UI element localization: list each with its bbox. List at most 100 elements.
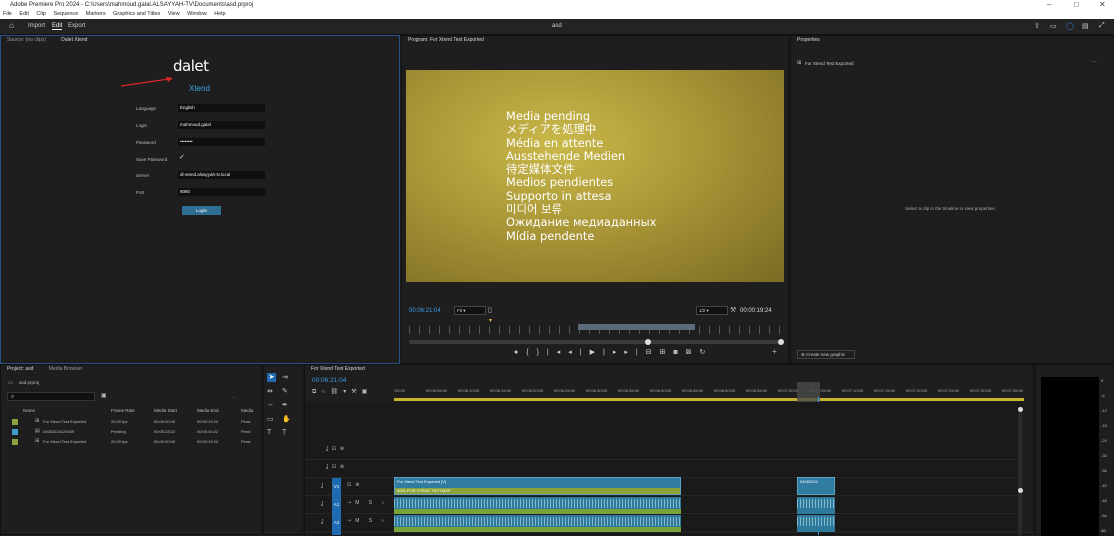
- track-controls[interactable]: ʆ⊡⊛: [326, 464, 348, 470]
- type-icon[interactable]: T: [267, 429, 271, 436]
- lock-icon[interactable]: ʆ: [321, 519, 323, 525]
- video-clip[interactable]: For Xtend Test Exported [V] 0001 FOR XTE…: [394, 477, 681, 495]
- play-icon[interactable]: ▶: [590, 349, 603, 356]
- go-to-in-icon[interactable]: |◂: [547, 349, 568, 356]
- step-back-icon[interactable]: ◂|: [568, 349, 589, 356]
- scroll-handle[interactable]: [1018, 407, 1023, 412]
- v1-target-label[interactable]: V1: [333, 483, 340, 491]
- port-field[interactable]: 8080: [178, 188, 265, 196]
- mark-in-icon[interactable]: {: [526, 349, 536, 356]
- tab-source[interactable]: Source: (no clips): [7, 37, 46, 43]
- scroll-handle[interactable]: [1018, 488, 1023, 493]
- audio-clip-a2[interactable]: [394, 515, 681, 532]
- maximize-icon[interactable]: □: [1074, 0, 1079, 10]
- wrench-icon[interactable]: ⚒: [730, 306, 736, 314]
- more-icon[interactable]: ···: [1091, 59, 1097, 65]
- col-name[interactable]: Name: [23, 408, 35, 413]
- timeline-tab-label[interactable]: For Xtend Test Exported: [311, 366, 365, 372]
- menu-edit[interactable]: Edit: [19, 11, 28, 17]
- button-editor-icon[interactable]: +: [772, 347, 777, 356]
- go-to-out-icon[interactable]: ▸|: [624, 349, 645, 356]
- step-forward-icon[interactable]: |▸: [603, 349, 624, 356]
- ripple-edit-icon[interactable]: ⇹: [267, 387, 273, 395]
- add-marker-icon[interactable]: ●: [514, 349, 526, 356]
- mark-out-icon[interactable]: }: [537, 349, 547, 356]
- scroll-handle[interactable]: [778, 339, 784, 345]
- a1-target-label[interactable]: A1: [333, 501, 340, 509]
- rectangle-icon[interactable]: ▭: [267, 415, 274, 423]
- menu-sequence[interactable]: Sequence: [53, 11, 78, 17]
- caption-icon[interactable]: Ṭ: [282, 429, 286, 436]
- razor-icon[interactable]: ✎: [282, 387, 288, 395]
- menu-help[interactable]: Help: [214, 11, 225, 17]
- linked-icon[interactable]: ⛓: [331, 389, 344, 395]
- camera-icon[interactable]: ◙: [673, 349, 685, 356]
- track-controls[interactable]: ⇢M S ♪: [347, 518, 388, 524]
- overwrite-icon[interactable]: ⊞: [660, 349, 674, 356]
- share-icon[interactable]: ⇧: [1034, 22, 1040, 30]
- insert-icon[interactable]: ⊟: [646, 349, 660, 356]
- table-row[interactable]: ⊞ For Xtend Test Exported 25.00 fps 00:0…: [1, 418, 263, 428]
- track-controls[interactable]: ⇢M S ♪: [347, 500, 388, 506]
- compare-icon[interactable]: ⊠: [686, 349, 700, 356]
- program-timecode[interactable]: 00:06:21:04: [409, 308, 441, 314]
- timeline-timecode[interactable]: 00:06:21:04: [312, 377, 346, 384]
- audio-clip-a1-2[interactable]: [797, 497, 835, 514]
- selection-tool-icon[interactable]: ➤: [267, 373, 276, 382]
- tab-project[interactable]: Project: asd: [7, 366, 33, 372]
- server-field[interactable]: dl-xtend.alsayyah-tv.local: [178, 171, 265, 179]
- menu-view[interactable]: View: [168, 11, 180, 17]
- tab-edit[interactable]: Edit: [52, 23, 63, 30]
- snap-icon[interactable]: ∩: [321, 389, 330, 395]
- tab-dalet-xtend[interactable]: Dalet Xtend: [61, 37, 87, 43]
- nest-icon[interactable]: ⧉: [312, 389, 321, 395]
- program-scrollbar[interactable]: [409, 340, 783, 344]
- playhead-marker-icon[interactable]: ▾: [489, 317, 492, 324]
- captions-icon[interactable]: ▣: [362, 389, 373, 395]
- lock-icon[interactable]: ʆ: [321, 501, 323, 507]
- col-media-start[interactable]: Media Start: [154, 408, 177, 413]
- menu-graphics[interactable]: Graphics and Titles: [113, 11, 160, 17]
- new-search-bin-icon[interactable]: ▣: [101, 392, 107, 399]
- program-tab-label[interactable]: Program: For Xtend Test Exported: [408, 37, 484, 43]
- audio-clip-a2-2[interactable]: [797, 515, 835, 532]
- table-row[interactable]: ⊞ For Xtend Test Exported 25.00 fps 00:0…: [1, 438, 263, 448]
- panel-icon[interactable]: ▭: [1050, 22, 1057, 30]
- loop-icon[interactable]: ↻: [700, 349, 714, 356]
- wrench-icon[interactable]: ⚒: [351, 389, 361, 395]
- audio-clip-a1[interactable]: [394, 497, 681, 514]
- track-controls[interactable]: ⊡⊛: [347, 482, 363, 488]
- password-field[interactable]: ••••••••: [178, 138, 265, 146]
- col-media-end[interactable]: Media End: [197, 408, 219, 413]
- col-frame-rate[interactable]: Frame Rate: [111, 408, 135, 413]
- language-select[interactable]: English: [178, 104, 265, 112]
- pen-icon[interactable]: ✒: [282, 401, 288, 409]
- login-field[interactable]: mahmoud.galal: [178, 121, 265, 129]
- hand-icon[interactable]: ✋: [282, 415, 291, 423]
- project-search-input[interactable]: ⌕: [7, 392, 95, 401]
- scroll-handle[interactable]: [645, 339, 651, 345]
- close-icon[interactable]: ✕: [1099, 0, 1106, 10]
- table-row[interactable]: ▤ 04082024123039 Pending 00:05:23:22 00:…: [1, 428, 263, 438]
- tab-media-browser[interactable]: Media Browser: [49, 366, 82, 372]
- playhead-handle[interactable]: [797, 382, 820, 402]
- track-controls[interactable]: ʆ⊡⊛: [326, 446, 348, 452]
- progress-icon[interactable]: ◯: [1066, 22, 1074, 30]
- minimize-icon[interactable]: –: [1047, 0, 1051, 10]
- home-icon[interactable]: ⌂: [9, 21, 14, 30]
- tab-import[interactable]: Import: [28, 23, 45, 29]
- lock-icon[interactable]: ʆ: [321, 483, 323, 489]
- quick-export-icon[interactable]: ▤: [1082, 22, 1089, 30]
- menu-markers[interactable]: Markers: [86, 11, 106, 17]
- col-media[interactable]: Media: [241, 408, 253, 413]
- track-select-icon[interactable]: ⇥: [282, 373, 288, 381]
- tab-export[interactable]: Export: [68, 23, 85, 29]
- properties-tab-label[interactable]: Properties: [797, 37, 820, 43]
- quality-select[interactable]: 1/2 ▾: [696, 306, 728, 315]
- timeline-v-scrollbar[interactable]: [1018, 407, 1022, 535]
- create-graphic-button[interactable]: ⊕ Create new graphic: [797, 350, 855, 359]
- save-password-checkbox[interactable]: ✓: [179, 153, 185, 161]
- slip-icon[interactable]: ↔: [267, 401, 274, 408]
- menu-window[interactable]: Window: [187, 11, 207, 17]
- menu-clip[interactable]: Clip: [36, 11, 45, 17]
